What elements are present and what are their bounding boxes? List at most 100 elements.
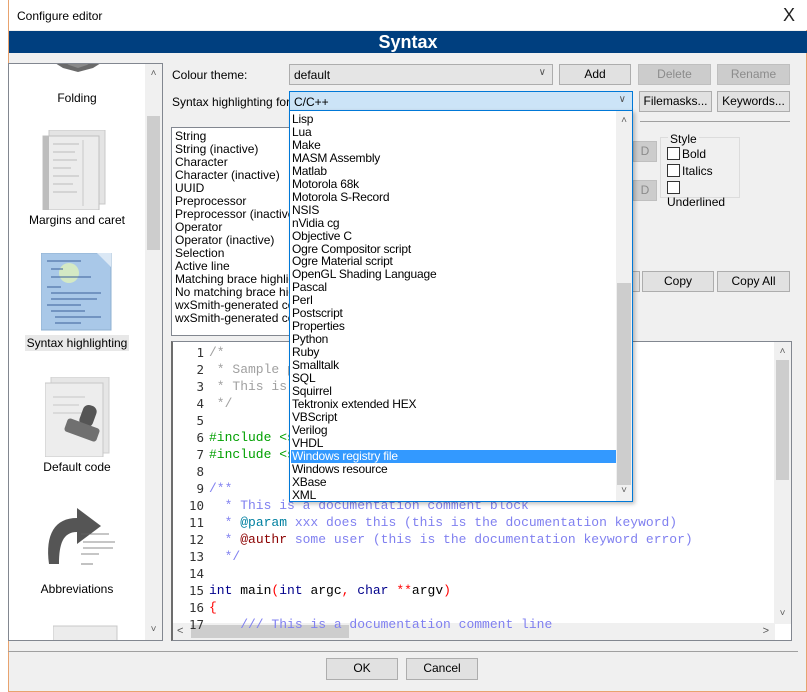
dropdown-option[interactable]: Matlab [291, 164, 616, 178]
syntax-language-select[interactable]: C/C++ ∨ [289, 91, 633, 112]
line-number: 8 [196, 464, 204, 479]
sidebar-scrollbar[interactable]: ˄ ˅ [145, 64, 162, 640]
code-vscroll-thumb[interactable] [776, 360, 789, 480]
dropdown-option[interactable]: Lisp [291, 113, 616, 126]
dropdown-option[interactable]: Properties [291, 320, 616, 333]
line-number: 15 [188, 583, 204, 598]
attribute-list-item[interactable]: wxSmith-generated code [175, 312, 308, 325]
dropdown-option[interactable]: Verilog [291, 423, 616, 437]
dropdown-option[interactable]: XML [291, 488, 616, 501]
dropdown-option[interactable]: Motorola 68k [291, 177, 616, 191]
copy-all-button[interactable]: Copy All [717, 271, 790, 292]
sidebar-item-label: Abbreviations [40, 582, 114, 596]
dropdown-option[interactable]: Windows resource [291, 462, 616, 476]
keywords-button[interactable]: Keywords... [717, 91, 790, 112]
sidebar-item-label: Folding [57, 91, 97, 105]
dropdown-option[interactable]: NSIS [291, 203, 616, 217]
checkbox-icon [667, 181, 680, 194]
line-number: 3 [196, 379, 204, 394]
page-banner: Syntax [9, 31, 807, 53]
checkbox-icon [667, 164, 680, 177]
code-line: /// This is a documentation comment line [209, 617, 552, 632]
sidebar-item-abbreviations[interactable]: Abbreviations [9, 582, 145, 596]
dropdown-option[interactable]: VBScript [291, 410, 616, 424]
line-number: 17 [188, 617, 204, 632]
dropdown-option[interactable]: Tektronix extended HEX [291, 397, 616, 411]
copy-button[interactable]: Copy [642, 271, 714, 292]
syntax-for-label: Syntax highlighting for: [172, 95, 294, 109]
line-number: 2 [196, 362, 204, 377]
code-token: { [209, 600, 217, 615]
line-number: 14 [188, 566, 204, 581]
scroll-up-icon[interactable]: ˄ [774, 344, 791, 360]
dropdown-option[interactable]: Windows registry file [291, 449, 616, 463]
code-line: int main(int argc, char **argv) [209, 583, 451, 598]
dropdown-option[interactable]: Lua [291, 125, 616, 139]
sidebar-scroll-thumb[interactable] [147, 116, 160, 250]
colour-theme-select[interactable]: default ∨ [289, 64, 553, 85]
line-number: 5 [196, 413, 204, 428]
code-line: /** [209, 481, 232, 496]
scroll-up-icon[interactable]: ˄ [616, 113, 632, 129]
close-icon[interactable]: X [779, 4, 799, 26]
code-token: */ [209, 396, 233, 411]
scroll-down-icon[interactable]: ˅ [616, 483, 632, 499]
underlined-label: Underlined [667, 195, 726, 209]
italics-checkbox[interactable]: Italics [667, 164, 713, 178]
dropdown-option[interactable]: OpenGL Shading Language [291, 268, 616, 281]
dropdown-scrollbar[interactable]: ˄ ˅ [616, 111, 632, 501]
bold-checkbox[interactable]: Bold [667, 147, 706, 161]
dropdown-option[interactable]: Pascal [291, 281, 616, 294]
margins-caret-icon [41, 129, 111, 211]
background-colour-button[interactable]: D [633, 180, 657, 201]
filemasks-button[interactable]: Filemasks... [639, 91, 712, 112]
delete-theme-button[interactable]: Delete [638, 64, 711, 85]
foreground-colour-button[interactable]: D [633, 141, 657, 162]
underlined-checkbox[interactable]: Underlined [667, 181, 739, 209]
sidebar-item-default-code[interactable]: Default code [9, 460, 145, 474]
rename-theme-button[interactable]: Rename [717, 64, 790, 85]
syntax-language-dropdown[interactable]: ˄ ˅ Lisp Lua Make MASM Assembly Matlab Motoro… [289, 110, 633, 502]
dropdown-option[interactable]: Make [291, 138, 616, 152]
scroll-down-icon[interactable]: ˅ [145, 622, 162, 638]
code-token: int [209, 583, 233, 598]
code-token: */ [209, 549, 241, 564]
sidebar-list[interactable]: Folding Margins and caret Syntax highlig… [8, 63, 163, 641]
line-number: 16 [188, 600, 204, 615]
scroll-down-icon[interactable]: ˅ [774, 606, 791, 622]
italics-label: Italics [682, 164, 713, 178]
code-vertical-scrollbar[interactable]: ˄ ˅ [774, 342, 791, 624]
dropdown-option[interactable]: Motorola S-Record [291, 190, 616, 204]
sidebar-item-label: Margins and caret [28, 213, 126, 227]
code-token: xxx does this (this is the documentation… [287, 515, 678, 530]
dropdown-option[interactable]: XBase [291, 475, 616, 489]
dropdown-option[interactable]: Squirrel [291, 384, 616, 398]
sidebar-item-folding[interactable]: Folding [9, 91, 145, 105]
dropdown-option[interactable]: SQL [291, 372, 616, 385]
dropdown-option[interactable]: VHDL [291, 436, 616, 450]
checkbox-icon [667, 147, 680, 160]
sidebar-item-syntax-highlighting[interactable]: Syntax highlighting [9, 335, 145, 351]
scroll-up-icon[interactable]: ˄ [145, 66, 162, 82]
dropdown-option[interactable]: Python [291, 333, 616, 346]
code-token: main [232, 583, 272, 598]
dropdown-option[interactable]: Smalltalk [291, 359, 616, 372]
sidebar-item-label: Default code [43, 460, 111, 474]
add-theme-button[interactable]: Add [559, 64, 631, 85]
code-token: * [209, 532, 241, 547]
sidebar-item-margins-and-caret[interactable]: Margins and caret [9, 213, 145, 227]
dropdown-option[interactable]: MASM Assembly [291, 151, 616, 165]
scroll-right-icon[interactable]: > [763, 623, 769, 640]
dropdown-option[interactable]: Objective C [291, 229, 616, 243]
code-token: * [209, 515, 241, 530]
dropdown-option[interactable]: nVidia cg [291, 216, 616, 230]
line-number: 13 [188, 549, 204, 564]
dropdown-option[interactable]: Ruby [291, 346, 616, 359]
code-token: ) [443, 583, 451, 598]
dropdown-scroll-thumb[interactable] [617, 283, 631, 485]
ok-button[interactable]: OK [326, 658, 398, 680]
abbreviations-icon [41, 504, 121, 576]
cancel-button[interactable]: Cancel [406, 658, 478, 680]
colour-theme-value: default [294, 68, 331, 82]
chevron-down-icon: ∨ [538, 67, 546, 78]
